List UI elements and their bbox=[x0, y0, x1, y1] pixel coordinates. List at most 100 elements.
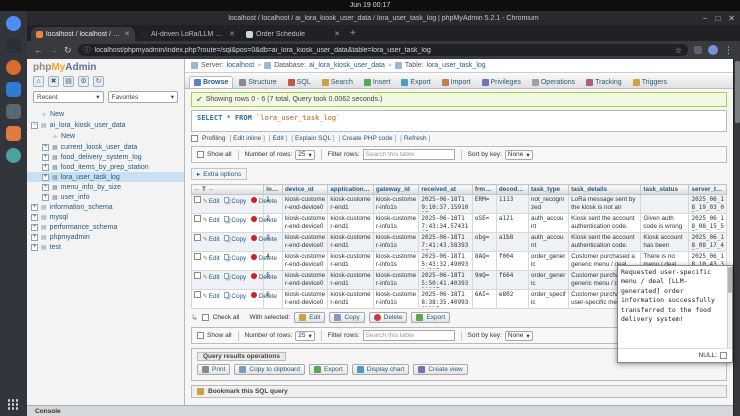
cell-task-type[interactable]: auth_account bbox=[527, 213, 570, 233]
popup-scrollbar[interactable] bbox=[727, 266, 732, 348]
cell-task-type[interactable]: order_generic bbox=[527, 251, 570, 271]
minimize-button[interactable]: − bbox=[703, 14, 708, 23]
delete-row-link[interactable]: Delete bbox=[250, 292, 277, 300]
column-header[interactable]: decoded_payload bbox=[495, 184, 530, 195]
delete-row-link[interactable]: Delete bbox=[250, 197, 277, 205]
tab-order-schedule[interactable]: Order Schedule ✕ bbox=[241, 27, 345, 41]
cell-device-id[interactable]: kiosk-customer-end-device01 bbox=[281, 232, 329, 252]
home-icon[interactable]: ⌂ bbox=[33, 76, 44, 87]
cell-server-time[interactable]: 2025_06_18_08_17_43 bbox=[688, 232, 727, 252]
column-header[interactable]: application_id bbox=[327, 184, 374, 195]
edit-row-link[interactable]: ✎Edit bbox=[203, 236, 220, 243]
column-header[interactable]: frm_payload bbox=[471, 184, 497, 195]
cell-task-status[interactable] bbox=[640, 194, 690, 214]
pma-tab-structure[interactable]: Structure bbox=[234, 76, 281, 88]
column-header[interactable]: server_time bbox=[688, 184, 727, 195]
pma-tab-operations[interactable]: Operations bbox=[527, 76, 580, 88]
export-button[interactable]: Export bbox=[308, 364, 348, 375]
vscode-icon[interactable] bbox=[6, 82, 21, 97]
breadcrumb-server-link[interactable]: localhost bbox=[227, 62, 255, 69]
tab-phpmyadmin[interactable]: localhost / localhost / ai... ✕ bbox=[31, 27, 135, 41]
cell-task-status[interactable]: Given auth code is wrong or the account … bbox=[640, 213, 690, 233]
logout-icon[interactable]: ✖ bbox=[48, 76, 59, 87]
sql-action-link[interactable]: Edit bbox=[269, 135, 287, 142]
edit-row-link[interactable]: ✎Edit bbox=[203, 274, 220, 281]
tree-item-new-database[interactable]: ＋ New bbox=[27, 108, 184, 120]
sql-action-link[interactable]: Explain SQL bbox=[291, 135, 334, 142]
settings-icon[interactable]: ⚙ bbox=[78, 76, 89, 87]
tree-item-db-performance-schema[interactable]: + ▤ performance_schema bbox=[27, 222, 184, 232]
cell-gateway-id[interactable]: kiosk-customer-info1s bbox=[372, 213, 420, 233]
cell-task-type[interactable]: order_specific bbox=[527, 289, 570, 309]
pma-tab-insert[interactable]: Insert bbox=[359, 76, 396, 88]
tree-expander[interactable]: + bbox=[42, 183, 49, 191]
cell-received-at[interactable]: 2025-06-18T17:43:34.574316Z bbox=[418, 213, 473, 233]
tree-expander[interactable]: + bbox=[42, 153, 49, 161]
column-header[interactable]: task_details bbox=[568, 184, 642, 195]
column-header[interactable]: task_type bbox=[527, 184, 570, 195]
cell-task-type[interactable]: not_recognized bbox=[527, 194, 570, 214]
sql-action-link[interactable]: Refresh bbox=[400, 135, 430, 142]
tree-item-new-table[interactable]: ＋ New bbox=[27, 130, 184, 142]
cell-decoded-payload[interactable]: f664 bbox=[495, 270, 530, 290]
page-scrollbar[interactable] bbox=[733, 59, 740, 416]
column-header[interactable]: log_id bbox=[263, 184, 283, 195]
new-tab-button[interactable]: + bbox=[350, 29, 356, 39]
settings-icon[interactable] bbox=[6, 148, 21, 163]
files-icon[interactable] bbox=[6, 104, 21, 119]
cell-decoded-payload[interactable]: 1113 bbox=[495, 194, 530, 214]
show-all-checkbox[interactable] bbox=[197, 332, 204, 339]
sql-action-link[interactable]: Edit inline bbox=[229, 135, 264, 142]
cell-frm-payload[interactable]: ERM= bbox=[471, 194, 497, 214]
tree-expander[interactable]: + bbox=[31, 203, 38, 211]
reload-button[interactable]: ↻ bbox=[64, 45, 72, 55]
column-header[interactable]: gateway_id bbox=[372, 184, 420, 195]
tree-expander[interactable]: + bbox=[31, 233, 38, 241]
cell-server-time[interactable]: 2025_06_18_19_03_03 bbox=[688, 194, 727, 214]
filter-rows-input[interactable] bbox=[362, 149, 455, 160]
tree-item-current-kiosk-user-data[interactable]: + ▦ current_kiosk_user_data bbox=[27, 142, 184, 152]
forward-button[interactable]: → bbox=[49, 45, 58, 55]
cell-application-id[interactable]: kiosk-customer-end1 bbox=[327, 213, 374, 233]
refresh-icon[interactable]: ↻ bbox=[93, 76, 104, 87]
pma-tab-privileges[interactable]: Privileges bbox=[477, 76, 526, 88]
cell-server-time[interactable]: 2025_06_18_08_15_55 bbox=[688, 213, 727, 233]
tab-ai-kiosk-app[interactable]: AI-driven LoRa/LLM Kio... ✕ bbox=[136, 27, 240, 41]
tab-close-icon[interactable]: ✕ bbox=[229, 30, 235, 38]
profiling-checkbox[interactable] bbox=[191, 135, 198, 142]
cell-gateway-id[interactable]: kiosk-customer-info1s bbox=[372, 289, 420, 309]
column-header[interactable]: received_at bbox=[418, 184, 473, 195]
favorites-select[interactable]: Favorites ▾ bbox=[107, 91, 178, 103]
window-titlebar[interactable]: localhost / localhost / ai_lora_kiosk_us… bbox=[27, 11, 740, 25]
print-button[interactable]: Print bbox=[197, 364, 231, 375]
tree-item-menu-info-by-size[interactable]: + ▦ menu_info_by_size bbox=[27, 182, 184, 192]
cell-application-id[interactable]: kiosk-customer-end1 bbox=[327, 270, 374, 290]
cell-frm-payload[interactable]: oSE= bbox=[471, 213, 497, 233]
cell-received-at[interactable]: 2025-06-18T19:10:37.159102Z bbox=[418, 194, 473, 214]
extensions-icon[interactable] bbox=[694, 46, 702, 54]
delete-row-link[interactable]: Delete bbox=[250, 254, 277, 262]
tree-expander[interactable]: + bbox=[31, 243, 38, 251]
tree-item-food-items-by-prep-station[interactable]: + ▦ food_items_by_prep_station bbox=[27, 162, 184, 172]
cell-device-id[interactable]: kiosk-customer-end-device01 bbox=[281, 213, 329, 233]
null-checkbox[interactable] bbox=[720, 352, 727, 359]
with-selected-delete-button[interactable]: Delete bbox=[368, 312, 408, 323]
bookmark-star-icon[interactable]: ☆ bbox=[675, 46, 682, 55]
cell-task-details[interactable]: LoRa message sent by the kiosk is not an… bbox=[568, 194, 642, 214]
cell-application-id[interactable]: kiosk-customer-end1 bbox=[327, 232, 374, 252]
edit-row-link[interactable]: ✎Edit bbox=[203, 198, 220, 205]
with-selected-edit-button[interactable]: Edit bbox=[294, 312, 326, 323]
console-bar[interactable]: Console bbox=[27, 405, 740, 416]
scrollbar-thumb[interactable] bbox=[735, 61, 740, 123]
tree-item-db-phpmyadmin[interactable]: + ▤ phpmyadmin bbox=[27, 232, 184, 242]
check-all-checkbox[interactable] bbox=[201, 314, 209, 321]
tree-item-db-information-schema[interactable]: + ▤ information_schema bbox=[27, 202, 184, 212]
back-button[interactable]: ← bbox=[34, 45, 43, 55]
bookmark-query-section[interactable]: Bookmark this SQL query bbox=[191, 385, 727, 398]
pma-tab-sql[interactable]: SQL bbox=[283, 76, 316, 88]
show-all-checkbox[interactable] bbox=[197, 151, 204, 158]
cell-decoded-payload[interactable]: a1b8 bbox=[495, 232, 530, 252]
profile-avatar[interactable] bbox=[708, 45, 718, 55]
cell-gateway-id[interactable]: kiosk-customer-info1s bbox=[372, 232, 420, 252]
tree-expander[interactable]: + bbox=[42, 193, 49, 201]
